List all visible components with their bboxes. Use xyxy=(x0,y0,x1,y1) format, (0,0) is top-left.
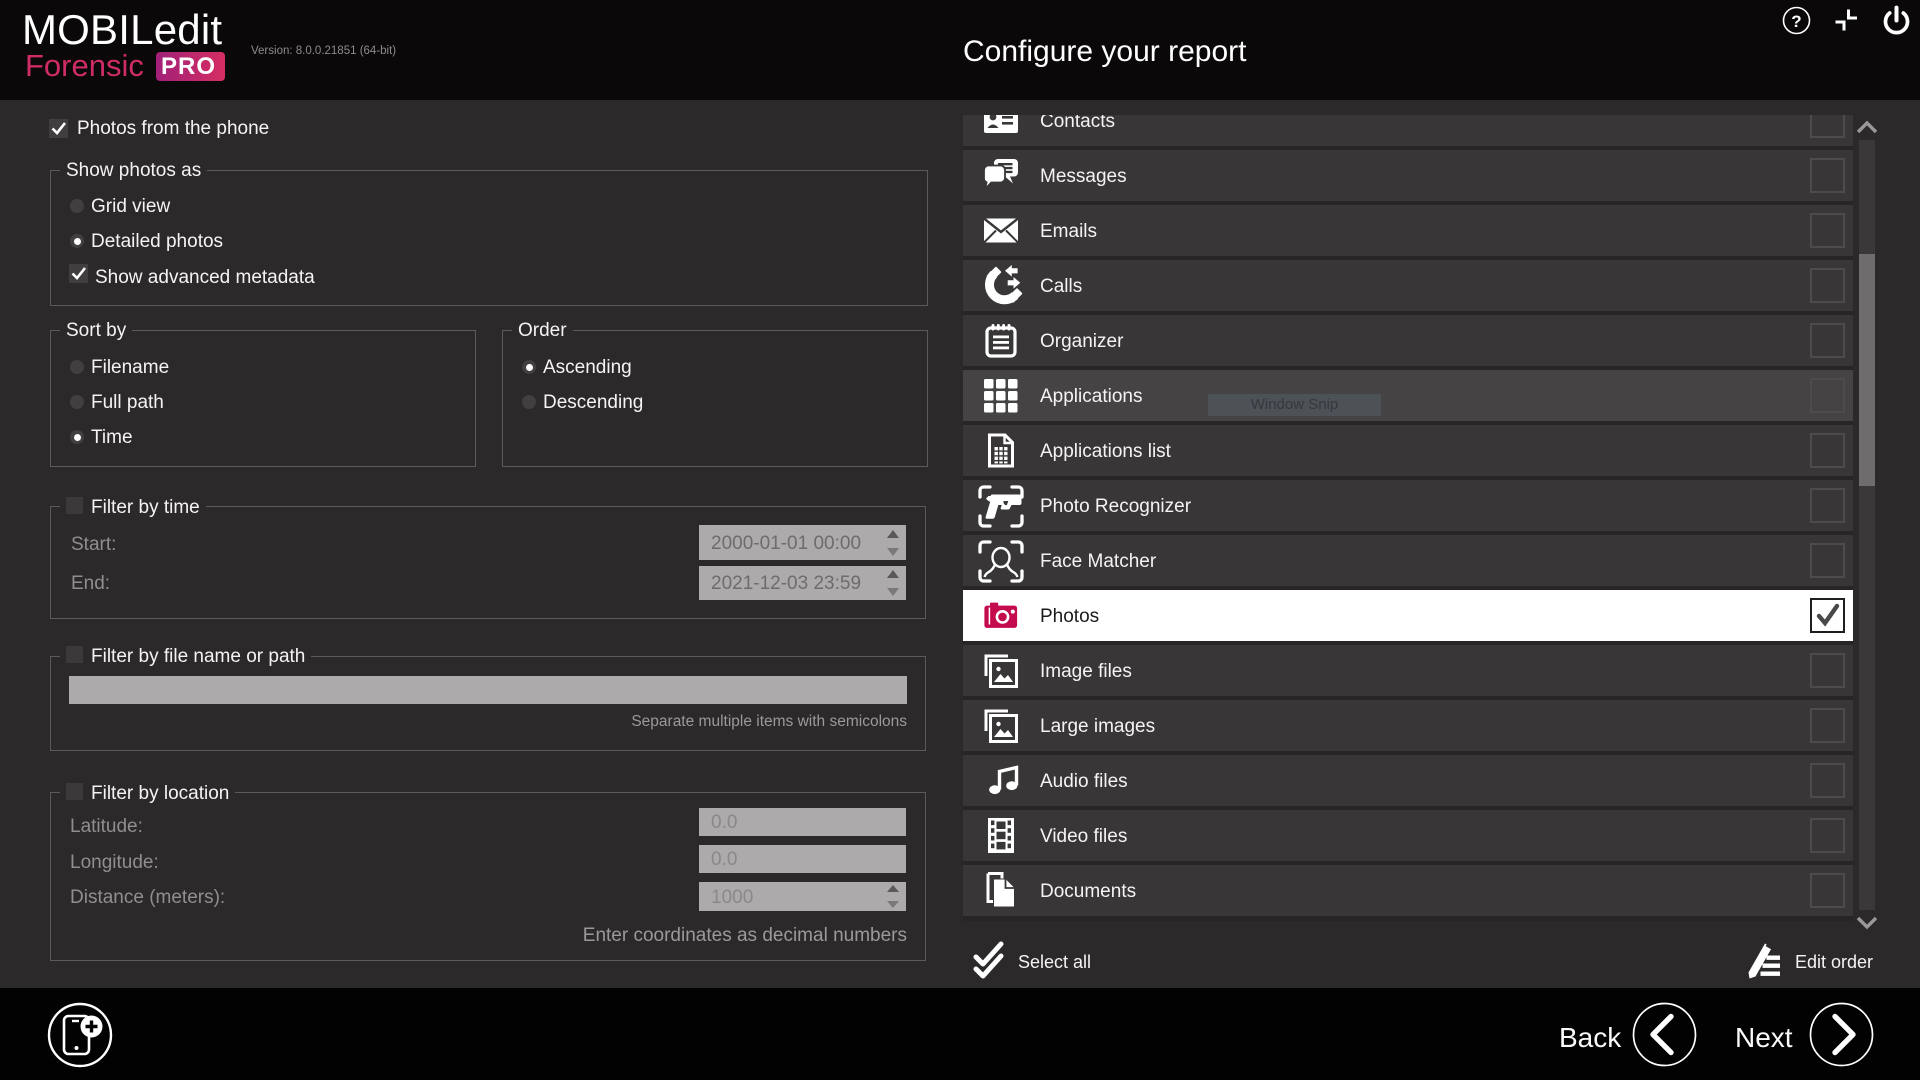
svg-text:?: ? xyxy=(1791,12,1801,31)
